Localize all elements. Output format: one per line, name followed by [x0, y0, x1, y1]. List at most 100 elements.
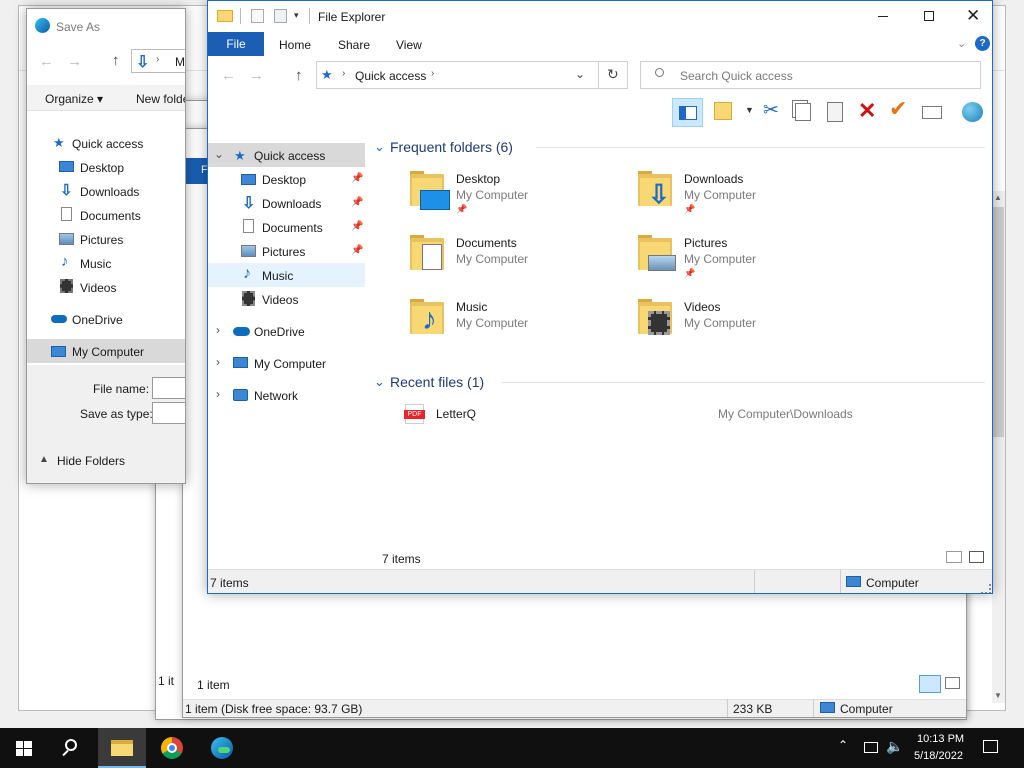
address-bar[interactable]: ⇩ › My Co	[131, 49, 185, 73]
nav-item-desktop[interactable]: Desktop 📌	[208, 167, 365, 191]
pin-icon[interactable]: 📌	[351, 173, 363, 184]
new-folder-icon[interactable]	[274, 9, 287, 23]
nav-item-documents[interactable]: Documents 📌	[208, 215, 365, 239]
folder-tile-desktop[interactable]: Desktop My Computer 📌	[408, 169, 628, 219]
scroll-thumb[interactable]	[993, 207, 1004, 437]
properties-icon[interactable]	[251, 9, 264, 23]
expand-chevron-icon[interactable]: ›	[216, 355, 220, 369]
nav-item-music[interactable]: ♪ Music	[208, 263, 365, 287]
nav-videos[interactable]: Videos	[80, 281, 116, 295]
help-icon[interactable]: ?	[975, 36, 990, 51]
nav-item-pictures[interactable]: Pictures 📌	[208, 239, 365, 263]
organize-button[interactable]: Organize ▾	[45, 92, 103, 106]
close-button[interactable]: ✕	[952, 1, 992, 32]
breadcrumb-quick-access[interactable]: Quick access	[355, 69, 426, 83]
folder-location: My Computer	[684, 252, 757, 266]
background-vertical-scrollbar[interactable]: ▲ ▼	[992, 191, 1005, 703]
tab-file[interactable]: File	[208, 32, 264, 56]
nav-pictures[interactable]: Pictures	[80, 233, 123, 247]
paste-icon[interactable]	[827, 102, 843, 122]
delete-icon[interactable]: ✕	[858, 98, 876, 124]
up-arrow[interactable]: ↑	[112, 52, 120, 69]
minimize-button[interactable]	[860, 1, 906, 32]
folder-tile-documents[interactable]: Documents My Computer	[408, 233, 628, 283]
forward-arrow[interactable]: →	[67, 53, 82, 70]
folder-tile-music[interactable]: ♪ Music My Computer	[408, 297, 628, 347]
scroll-down-arrow[interactable]: ▼	[994, 691, 1002, 700]
expand-chevron-icon[interactable]: ›	[216, 323, 220, 337]
tab-home[interactable]: Home	[279, 38, 311, 52]
pin-icon[interactable]: 📌	[351, 221, 363, 232]
save-type-select[interactable]	[152, 402, 185, 424]
volume-icon[interactable]: 🔈	[886, 738, 903, 755]
chrome-taskbar-button[interactable]	[148, 728, 196, 768]
nav-music[interactable]: Music	[80, 257, 111, 271]
nav-desktop[interactable]: Desktop	[80, 161, 124, 175]
folder-tile-downloads[interactable]: ⇩ Downloads My Computer 📌	[636, 169, 856, 219]
expand-ribbon-chevron-icon[interactable]: ⌄	[957, 37, 966, 50]
recent-collapse-chevron-icon[interactable]: ⌄	[374, 374, 385, 390]
start-button[interactable]	[0, 728, 48, 768]
large-icons-view-button[interactable]	[945, 677, 960, 689]
edge-taskbar-button[interactable]	[198, 728, 246, 768]
email-icon[interactable]	[922, 106, 942, 119]
nav-quick-access-row[interactable]: ⌄ ★ Quick access	[208, 143, 365, 167]
nav-back-arrow[interactable]: ←	[221, 67, 236, 84]
file-explorer-taskbar-button[interactable]	[98, 728, 146, 768]
nav-my-computer-row[interactable]: My Computer	[27, 339, 185, 363]
notification-icon[interactable]	[983, 740, 998, 753]
nav-onedrive[interactable]: OneDrive	[72, 313, 123, 327]
save-as-title: Save As	[56, 20, 101, 34]
pin-icon[interactable]: 📌	[351, 245, 363, 256]
file-name-input[interactable]	[152, 377, 185, 399]
recent-files-header[interactable]: Recent files (1)	[390, 374, 484, 390]
copy-icon[interactable]	[795, 103, 811, 121]
chevron-up-icon[interactable]: ⌃	[838, 738, 848, 752]
nav-item-videos[interactable]: Videos	[208, 287, 365, 311]
new-folder-button[interactable]: New folder	[136, 92, 185, 106]
nav-up-arrow[interactable]: ↑	[295, 67, 303, 84]
cut-icon[interactable]: ✂	[763, 99, 779, 122]
clock-date[interactable]: 5/18/2022	[914, 750, 963, 762]
refresh-icon[interactable]: ↻	[607, 66, 619, 83]
network-tray-icon[interactable]	[864, 742, 878, 753]
nav-documents[interactable]: Documents	[80, 209, 141, 223]
tab-share[interactable]: Share	[338, 38, 370, 52]
globe-icon[interactable]	[962, 102, 983, 122]
properties-button[interactable]	[714, 102, 732, 120]
nav-downloads[interactable]: Downloads	[80, 185, 139, 199]
expand-chevron-icon[interactable]: ›	[216, 387, 220, 401]
nav-item-my-computer[interactable]: › My Computer	[208, 351, 365, 375]
properties-dropdown-chevron-icon[interactable]: ▼	[745, 105, 754, 115]
resize-grip-icon[interactable]	[981, 584, 991, 593]
frequent-collapse-chevron-icon[interactable]: ⌄	[374, 139, 385, 155]
frequent-folders-header[interactable]: Frequent folders (6)	[390, 139, 513, 155]
details-view-button[interactable]	[946, 551, 962, 563]
nav-item-network[interactable]: › Network	[208, 383, 365, 407]
recent-file-row[interactable]: PDF LetterQ My Computer\Downloads	[398, 403, 978, 425]
customize-qat-chevron-icon[interactable]: ▾	[294, 10, 299, 21]
search-box[interactable]: Search Quick access	[640, 61, 981, 89]
large-icons-view-button[interactable]	[969, 551, 984, 563]
tab-view[interactable]: View	[396, 38, 422, 52]
collapse-chevron-icon[interactable]: ⌄	[214, 147, 224, 161]
address-dropdown-chevron-icon[interactable]: ⌄	[575, 67, 585, 81]
nav-item-onedrive[interactable]: › OneDrive	[208, 319, 365, 343]
back-arrow[interactable]: ←	[39, 53, 54, 70]
preview-pane-button[interactable]	[672, 98, 703, 127]
pin-icon[interactable]: 📌	[351, 197, 363, 208]
folder-tile-pictures[interactable]: Pictures My Computer 📌	[636, 233, 856, 283]
nav-quick-access[interactable]: Quick access	[72, 137, 143, 151]
folder-tile-videos[interactable]: Videos My Computer	[636, 297, 856, 347]
nav-item-downloads[interactable]: ⇩ Downloads 📌	[208, 191, 365, 215]
clock-time[interactable]: 10:13 PM	[917, 733, 964, 745]
address-bar[interactable]: ★ › Quick access › ⌄ ↻	[316, 61, 628, 89]
maximize-button[interactable]	[906, 1, 952, 32]
hide-folders-button[interactable]: Hide Folders	[57, 454, 125, 468]
search-button[interactable]	[48, 728, 96, 768]
rename-check-icon[interactable]: ✔	[889, 96, 907, 122]
nav-forward-arrow[interactable]: →	[249, 67, 264, 84]
file-tab-fragment-2[interactable]: F	[183, 158, 209, 184]
details-view-button[interactable]	[919, 675, 941, 693]
scroll-up-arrow[interactable]: ▲	[994, 193, 1002, 202]
